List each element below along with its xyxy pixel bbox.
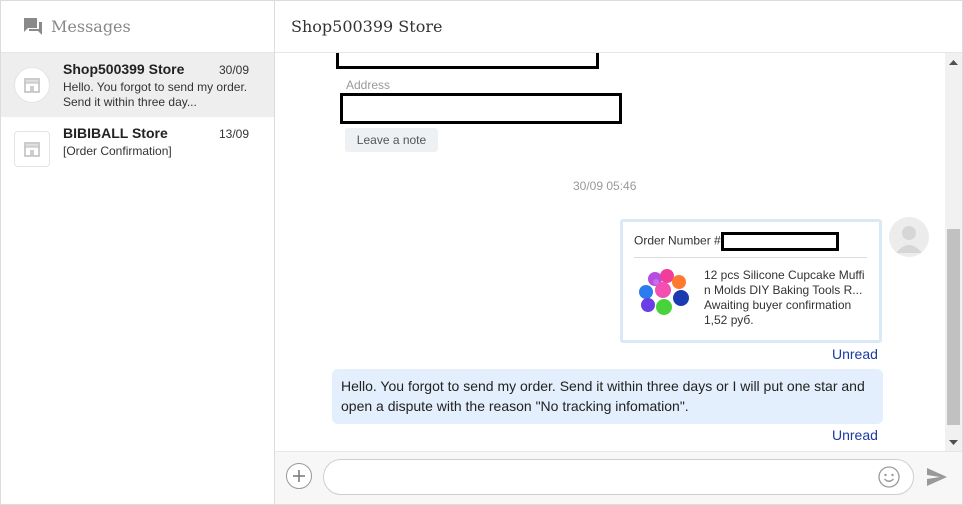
conversation-preview: Hello. You forgot to send my order. Send… bbox=[63, 80, 248, 109]
redacted-order-number bbox=[720, 232, 839, 251]
smiley-icon[interactable] bbox=[878, 466, 900, 488]
user-avatar-icon bbox=[889, 217, 929, 257]
message-input-bar bbox=[275, 451, 962, 504]
chat-title: Shop500399 Store bbox=[291, 17, 443, 36]
conversation-preview: [Order Confirmation] bbox=[63, 144, 172, 158]
order-product-row: 12 pcs Silicone Cupcake Muffi n Molds DI… bbox=[634, 268, 867, 328]
message-bubble: Hello. You forgot to send my order. Send… bbox=[332, 369, 883, 424]
product-title-line: n Molds DIY Baking Tools R... bbox=[704, 283, 863, 297]
order-status: Awaiting buyer confirmation bbox=[704, 298, 852, 312]
product-info: 12 pcs Silicone Cupcake Muffi n Molds DI… bbox=[704, 268, 865, 328]
store-avatar bbox=[14, 67, 50, 103]
send-icon[interactable] bbox=[925, 465, 949, 489]
unread-status: Unread bbox=[832, 346, 878, 362]
product-price: 1,52 руб. bbox=[704, 313, 754, 327]
scroll-down-arrow-icon[interactable] bbox=[945, 434, 962, 451]
store-avatar bbox=[14, 131, 50, 167]
product-title-line: 12 pcs Silicone Cupcake Muffi bbox=[704, 268, 865, 282]
messenger-window: Messages Shop500399 Store 30/09 Hello. Y… bbox=[0, 0, 963, 505]
product-image bbox=[639, 269, 689, 315]
sidebar-title: Messages bbox=[51, 17, 131, 36]
conversation-item-shop500399[interactable]: Shop500399 Store 30/09 Hello. You forgot… bbox=[1, 53, 274, 117]
address-label: Address bbox=[346, 78, 391, 92]
scrollbar-thumb[interactable] bbox=[947, 229, 960, 425]
unread-status: Unread bbox=[832, 427, 878, 443]
plus-icon[interactable] bbox=[286, 463, 312, 489]
conversation-date: 30/09 bbox=[218, 63, 249, 77]
chat-header: Shop500399 Store bbox=[275, 1, 962, 53]
conversation-sidebar: Messages Shop500399 Store 30/09 Hello. Y… bbox=[1, 1, 275, 504]
store-icon bbox=[24, 78, 40, 93]
order-number-label: Order Number # bbox=[634, 233, 721, 248]
chat-bubbles-icon bbox=[24, 17, 42, 35]
redacted-block bbox=[336, 53, 599, 69]
store-icon bbox=[24, 142, 40, 157]
leave-note-button[interactable]: Leave a note bbox=[345, 128, 438, 152]
message-input[interactable] bbox=[323, 459, 914, 495]
message-timestamp: 30/09 05:46 bbox=[573, 179, 637, 193]
chat-scrollbar[interactable] bbox=[945, 53, 962, 451]
chat-panel: Shop500399 Store Address Leave a note 30… bbox=[275, 1, 962, 504]
product-title[interactable]: 12 pcs Silicone Cupcake Muffi n Molds DI… bbox=[704, 268, 865, 298]
order-card[interactable]: Order Number # 12 pcs Silicone Cupcake M… bbox=[620, 219, 882, 343]
scroll-up-arrow-icon[interactable] bbox=[945, 53, 962, 70]
redacted-address bbox=[340, 93, 622, 124]
sidebar-header: Messages bbox=[1, 1, 274, 53]
conversation-item-bibiball[interactable]: BIBIBALL Store 13/09 [Order Confirmation… bbox=[1, 117, 274, 181]
order-number: Order Number # bbox=[634, 232, 867, 258]
message-list[interactable]: Address Leave a note 30/09 05:46 Order N… bbox=[275, 53, 945, 451]
conversation-date: 13/09 bbox=[218, 127, 249, 141]
